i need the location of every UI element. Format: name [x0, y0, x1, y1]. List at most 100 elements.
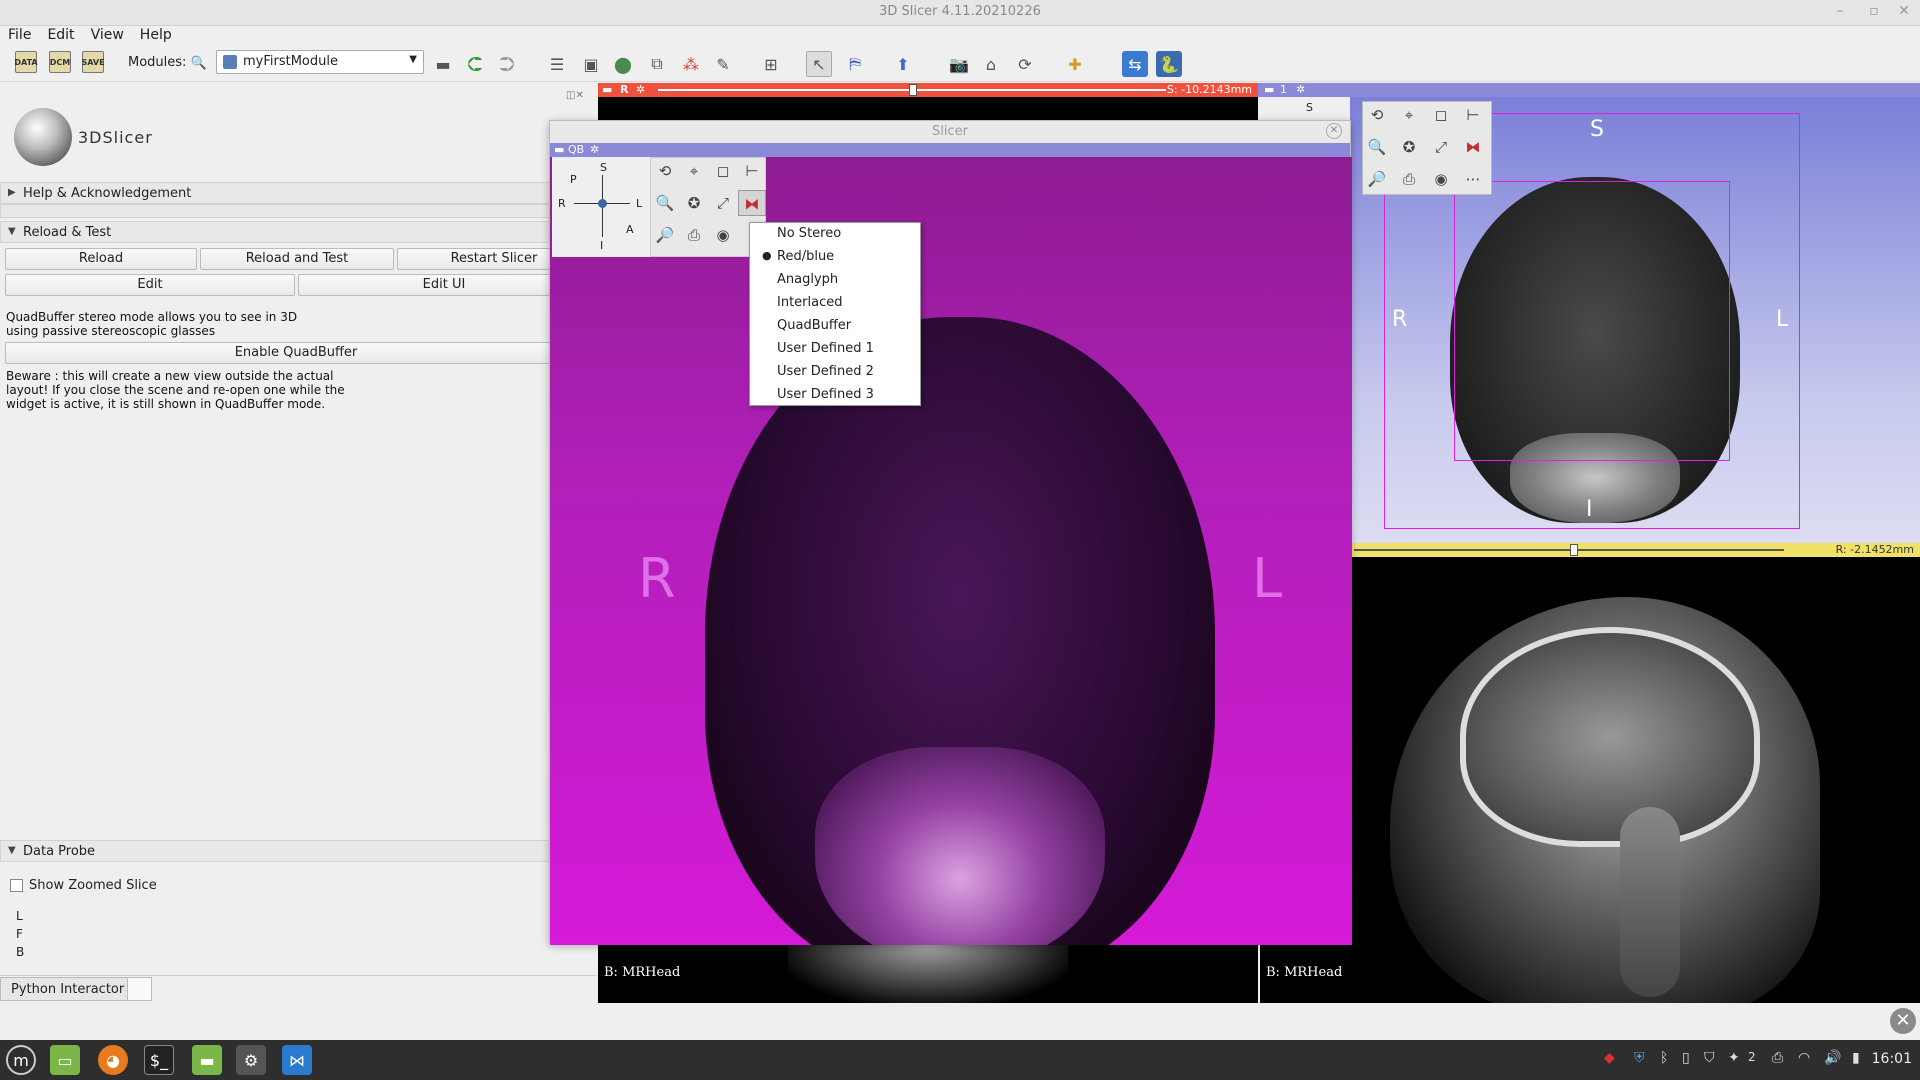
volumes-module-icon[interactable]: ▣ [578, 51, 604, 77]
qb-3d-view[interactable]: R L S P R L A I ⟲ ⌖ ◻ ⊢ 🔍 ✪ ⤢ ⧓ 🔎 ⎙ ◉ [550, 157, 1352, 945]
stereo-icon[interactable]: ⧓ [738, 190, 766, 216]
update-shield-icon[interactable]: ⛉ [1704, 1050, 1715, 1066]
zoom-in-icon[interactable]: 🔍 [651, 190, 679, 216]
editor-module-icon[interactable]: ✎ [710, 51, 736, 77]
module-history-icon[interactable]: ▬ [430, 51, 456, 77]
maximize-icon[interactable]: ▫ [1864, 3, 1884, 19]
center-view-icon[interactable]: ⌖ [1395, 102, 1423, 128]
menu-item-no-stereo[interactable]: No Stereo [750, 223, 920, 246]
battery-icon[interactable]: ▮ [1852, 1050, 1860, 1066]
scene-restore-icon[interactable]: ⟳ [1012, 51, 1038, 77]
module-search-icon[interactable]: 🔍 [186, 50, 212, 76]
scene-view-icon[interactable]: ⌂ [978, 51, 1004, 77]
crosshair-icon[interactable]: ✚ [1062, 51, 1088, 77]
dicom-button[interactable]: DCM [49, 51, 71, 73]
view-settings-icon[interactable]: ✲ [590, 143, 599, 156]
reload-and-test-button[interactable]: Reload and Test [200, 248, 394, 270]
green-slice-view[interactable]: B: MRHead [598, 943, 1258, 1003]
load-data-button[interactable]: DATA [14, 51, 38, 73]
data-probe-header[interactable]: ▼ Data Probe [0, 840, 550, 862]
zoom-in-icon[interactable]: 🔍 [1363, 134, 1391, 160]
edit-button[interactable]: Edit [5, 274, 295, 296]
visibility-icon[interactable]: ◉ [1427, 166, 1455, 192]
orthographic-icon[interactable]: ◻ [709, 158, 737, 184]
data-module-icon[interactable]: ☰ [544, 51, 570, 77]
notification-icon[interactable]: ✦ [1728, 1050, 1740, 1066]
axes-icon[interactable]: ⤢ [1427, 134, 1455, 160]
edit-ui-button[interactable]: Edit UI [298, 274, 590, 296]
reload-section-header[interactable]: ▼ Reload & Test [0, 221, 550, 243]
reload-button[interactable]: Reload [5, 248, 197, 270]
screenshot-icon[interactable]: ⎙ [1395, 166, 1423, 192]
view-settings-icon[interactable]: ✲ [1296, 83, 1305, 96]
shield-icon[interactable]: ⛨ [1634, 1050, 1645, 1066]
menu-item-user-defined-3[interactable]: User Defined 3 [750, 384, 920, 407]
printer-icon[interactable]: ⎙ [1772, 1050, 1783, 1066]
save-button[interactable]: SAVE [81, 51, 105, 73]
yellow-slice-thumb[interactable] [1570, 544, 1578, 556]
start-menu-icon[interactable]: m [6, 1045, 36, 1075]
view-link-icon[interactable]: ⛿ [842, 51, 868, 77]
rotate-icon[interactable]: ⟲ [1363, 102, 1391, 128]
folder-icon[interactable]: ▬ [192, 1045, 222, 1075]
pin-icon[interactable]: ▬ [602, 83, 612, 96]
more-icon[interactable]: ⋯ [1459, 166, 1487, 192]
back-arrow-icon[interactable]: ⮈ [462, 51, 488, 77]
pin-icon[interactable]: ▬ [1264, 83, 1274, 96]
yellow-slice-slider[interactable] [1354, 549, 1784, 551]
axes-icon[interactable]: ⤢ [709, 190, 737, 216]
menu-item-user-defined-2[interactable]: User Defined 2 [750, 361, 920, 384]
menu-item-anaglyph[interactable]: Anaglyph [750, 269, 920, 292]
screenshot-icon[interactable]: ⎙ [680, 222, 708, 248]
transforms-module-icon[interactable]: ⧉ [644, 51, 670, 77]
enable-quadbuffer-button[interactable]: Enable QuadBuffer [5, 342, 587, 364]
minimize-icon[interactable]: – [1830, 3, 1850, 19]
close-icon[interactable]: ✕ [1326, 123, 1342, 139]
extension-manager-icon[interactable]: ⇆ [1122, 51, 1148, 77]
error-log-icon[interactable]: ✕ [1890, 1008, 1916, 1034]
terminal-icon[interactable]: $_ [144, 1045, 174, 1075]
clipboard-icon[interactable]: ▯ [1682, 1050, 1690, 1066]
red-slice-thumb[interactable] [909, 84, 917, 96]
zoom-out-icon[interactable]: 🔎 [651, 222, 679, 248]
slice-settings-icon[interactable]: ✲ [636, 83, 645, 96]
stereo-icon[interactable]: ⧓ [1459, 134, 1487, 160]
close-icon[interactable]: ✕ [1894, 3, 1914, 19]
models-module-icon[interactable]: ⬤ [610, 51, 636, 77]
spin-icon[interactable]: ✪ [1395, 134, 1423, 160]
panel-dock-icons[interactable]: ◫✕ [566, 90, 586, 104]
file-manager-icon[interactable]: ▭ [50, 1045, 80, 1075]
python-tab-empty[interactable] [128, 977, 152, 1001]
module-select[interactable]: myFirstModule ▼ [216, 50, 424, 74]
yellow-slice-view[interactable]: B: MRHead [1260, 557, 1920, 1003]
help-section-header[interactable]: ▶ Help & Acknowledgement [0, 182, 550, 204]
show-zoomed-checkbox[interactable] [10, 879, 23, 892]
ruler-icon[interactable]: ⊢ [738, 158, 766, 184]
menu-item-quadbuffer[interactable]: QuadBuffer [750, 315, 920, 338]
menu-item-user-defined-1[interactable]: User Defined 1 [750, 338, 920, 361]
menu-item-red-blue[interactable]: ● Red/blue [750, 246, 920, 269]
tray-app-icon[interactable]: ◆ [1604, 1050, 1615, 1066]
orthographic-icon[interactable]: ◻ [1427, 102, 1455, 128]
menu-file[interactable]: File [0, 26, 39, 44]
red-slice-view[interactable] [598, 97, 1258, 121]
screenshot-icon[interactable]: 📷 [946, 51, 972, 77]
firefox-icon[interactable]: ◕ [98, 1045, 128, 1075]
vscode-icon[interactable]: ⋈ [282, 1045, 312, 1075]
menu-item-interlaced[interactable]: Interlaced [750, 292, 920, 315]
zoom-out-icon[interactable]: 🔎 [1363, 166, 1391, 192]
bluetooth-icon[interactable]: ᛒ [1660, 1050, 1668, 1066]
slicer-taskbar-icon[interactable]: ⚙ [236, 1045, 266, 1075]
forward-arrow-icon[interactable]: ⮊ [494, 51, 520, 77]
crosshair-toggle-icon[interactable]: ⬆ [890, 51, 916, 77]
layout-icon[interactable]: ⊞ [758, 51, 784, 77]
rotate-icon[interactable]: ⟲ [651, 158, 679, 184]
menu-view[interactable]: View [83, 26, 132, 44]
menu-edit[interactable]: Edit [39, 26, 82, 44]
wifi-icon[interactable]: ◠ [1798, 1050, 1810, 1066]
ruler-icon[interactable]: ⊢ [1459, 102, 1487, 128]
pin-icon[interactable]: ▬ [554, 143, 564, 156]
python-icon[interactable]: 🐍 [1156, 51, 1182, 77]
menu-help[interactable]: Help [132, 26, 180, 44]
markups-module-icon[interactable]: ⁂ [678, 51, 704, 77]
